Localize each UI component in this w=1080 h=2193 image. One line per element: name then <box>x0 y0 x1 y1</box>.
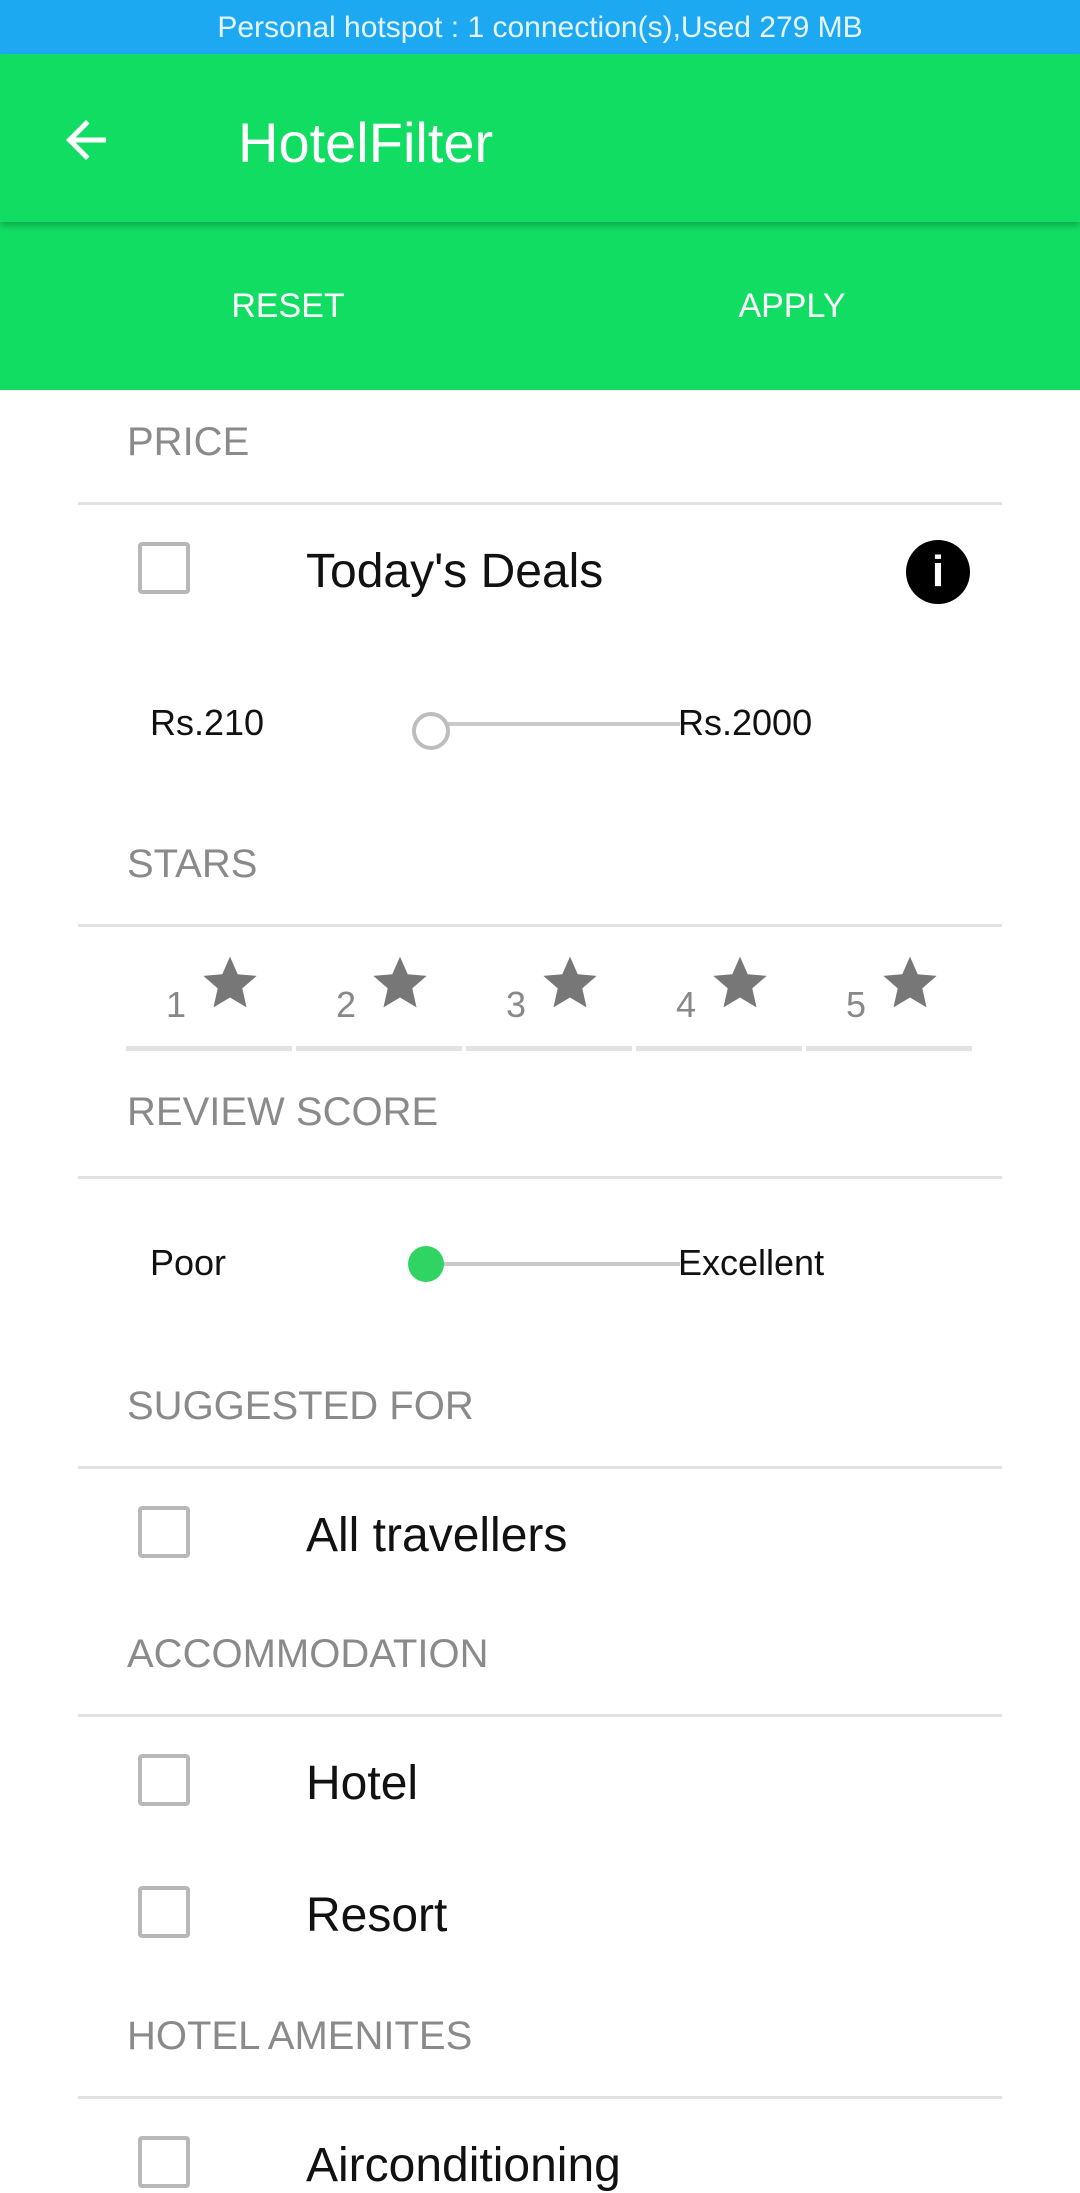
all-travellers-label: All travellers <box>306 1509 568 1562</box>
star-filter-1[interactable]: 1 <box>126 950 294 1051</box>
todays-deals-label: Today's Deals <box>306 545 604 598</box>
divider <box>78 2096 1002 2099</box>
airconditioning-label: Airconditioning <box>306 2139 621 2192</box>
apply-button[interactable]: APPLY <box>642 222 942 390</box>
star-count-label: 2 <box>336 984 357 1025</box>
hotel-label: Hotel <box>306 1757 419 1810</box>
price-min-label: Rs.210 <box>150 702 265 743</box>
airconditioning-checkbox[interactable] <box>138 2136 190 2188</box>
review-slider-track[interactable] <box>430 1262 680 1266</box>
divider <box>78 1466 1002 1469</box>
divider <box>78 1714 1002 1717</box>
back-button[interactable] <box>50 104 122 176</box>
arrow-left-icon <box>66 120 106 160</box>
section-title-hotel-amenities: HOTEL AMENITES <box>127 2014 473 2058</box>
star-icon <box>713 956 767 1008</box>
hotel-checkbox[interactable] <box>138 1754 190 1806</box>
star-count-label: 1 <box>166 984 187 1025</box>
all-travellers-checkbox[interactable] <box>138 1506 190 1558</box>
star-icon <box>883 956 937 1008</box>
star-count-label: 4 <box>676 984 697 1025</box>
star-underline <box>636 1046 802 1051</box>
star-underline <box>806 1046 972 1051</box>
divider <box>78 924 1002 927</box>
star-filter-2[interactable]: 2 <box>296 950 464 1051</box>
star-filter-4[interactable]: 4 <box>636 950 804 1051</box>
section-title-stars: STARS <box>127 842 258 886</box>
status-bar: Personal hotspot : 1 connection(s),Used … <box>0 0 1080 54</box>
review-min-label: Poor <box>150 1242 227 1283</box>
price-max-label: Rs.2000 <box>678 702 813 743</box>
reset-button[interactable]: RESET <box>138 222 438 390</box>
star-underline <box>126 1046 292 1051</box>
review-max-label: Excellent <box>678 1242 825 1283</box>
divider <box>78 502 1002 505</box>
review-slider-thumb[interactable] <box>408 1246 444 1282</box>
star-count-label: 3 <box>506 984 527 1025</box>
section-title-suggested-for: SUGGESTED FOR <box>127 1384 474 1428</box>
star-underline <box>296 1046 462 1051</box>
section-title-review-score: REVIEW SCORE <box>127 1090 439 1134</box>
resort-checkbox[interactable] <box>138 1886 190 1938</box>
star-underline <box>466 1046 632 1051</box>
resort-label: Resort <box>306 1889 448 1942</box>
divider <box>78 1176 1002 1179</box>
page-title: HotelFilter <box>238 111 494 174</box>
star-filter-3[interactable]: 3 <box>466 950 634 1051</box>
section-title-accommodation: ACCOMMODATION <box>127 1632 489 1676</box>
info-icon[interactable]: i <box>906 540 970 604</box>
filter-action-bar: RESET APPLY <box>0 222 1080 390</box>
star-filter-5[interactable]: 5 <box>806 950 974 1051</box>
star-icon <box>373 956 427 1008</box>
star-icon <box>543 956 597 1008</box>
filter-panel: PRICE Today's Deals i Rs.210 Rs.2000 STA… <box>78 390 1002 2192</box>
star-icon <box>203 956 257 1008</box>
todays-deals-checkbox[interactable] <box>138 542 190 594</box>
price-slider-track[interactable] <box>430 722 680 726</box>
star-count-label: 5 <box>846 984 867 1025</box>
app-bar: HotelFilter <box>0 54 1080 222</box>
price-slider-thumb[interactable] <box>412 712 450 750</box>
section-title-price: PRICE <box>127 420 250 464</box>
